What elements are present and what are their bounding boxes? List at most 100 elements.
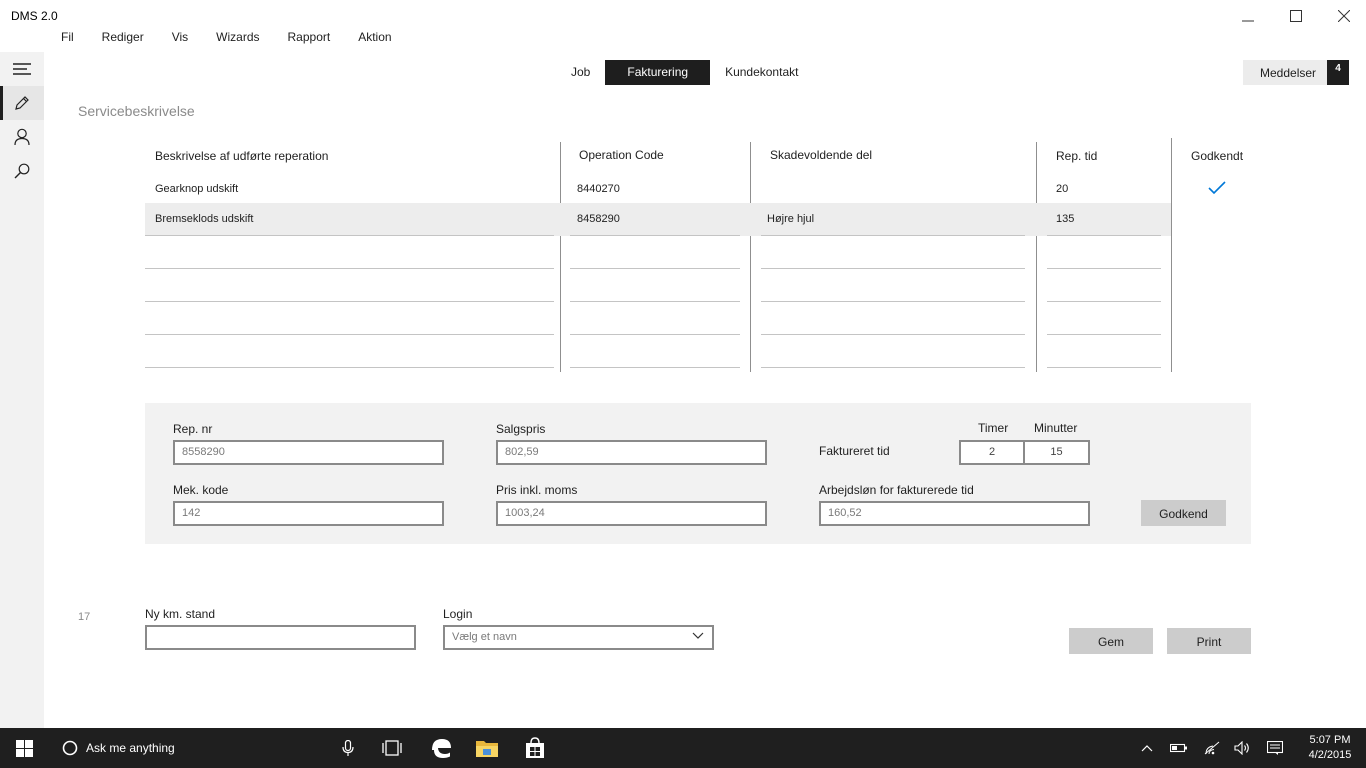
mek-kode-field[interactable]: 142: [173, 501, 444, 526]
record-number: 17: [78, 611, 91, 623]
header-description: Beskrivelse af udførte reperation: [155, 149, 329, 163]
edge-browser-button[interactable]: [424, 728, 458, 768]
store-button[interactable]: [518, 728, 552, 768]
rep-nr-field[interactable]: 8558290: [173, 440, 444, 465]
login-label: Login: [443, 607, 473, 621]
salgspris-label: Salgspris: [496, 422, 546, 436]
tab-job[interactable]: Job: [556, 60, 605, 85]
cell-operation-code: 8440270: [577, 183, 620, 195]
header-operation-code: Operation Code: [579, 148, 664, 162]
person-icon: [14, 128, 30, 146]
pencil-icon: [15, 96, 29, 110]
minimize-icon: [1242, 20, 1254, 22]
app-title: DMS 2.0: [11, 9, 58, 23]
menu-aktion[interactable]: Aktion: [342, 28, 399, 48]
faktureret-tid-label: Faktureret tid: [819, 444, 890, 458]
minutter-field[interactable]: 15: [1023, 440, 1090, 465]
cell-description: Gearknop udskift: [155, 183, 239, 195]
table-row-empty[interactable]: [145, 269, 1171, 302]
show-hidden-icons-button[interactable]: [1138, 728, 1156, 768]
minimize-button[interactable]: [1224, 0, 1272, 32]
search-icon: [14, 163, 30, 179]
header-approved: Godkendt: [1191, 149, 1244, 163]
cell-description: Bremseklods udskift: [155, 213, 254, 225]
table-row[interactable]: Bremseklods udskift 8458290 Højre hjul 1…: [145, 203, 1171, 236]
task-view-button[interactable]: [378, 728, 406, 768]
wifi-icon: [1204, 741, 1220, 755]
search-placeholder: Ask me anything: [86, 741, 175, 755]
search-nav-button[interactable]: [0, 154, 44, 188]
chevron-down-icon: [692, 632, 704, 639]
speaker-icon: [1234, 741, 1249, 755]
table-row[interactable]: Gearknop udskift 8440270 20: [145, 173, 1171, 206]
file-explorer-button[interactable]: [470, 728, 504, 768]
arbejdslon-label: Arbejdsløn for fakturerede tid: [819, 483, 974, 497]
cortana-circle-icon: [62, 740, 78, 756]
table-row-empty[interactable]: [145, 335, 1171, 368]
login-select-placeholder: Vælg et navn: [452, 631, 517, 643]
chevron-up-icon: [1141, 745, 1153, 752]
pris-inkl-moms-field[interactable]: 1003,24: [496, 501, 767, 526]
microphone-button[interactable]: [336, 728, 360, 768]
battery-icon: [1170, 743, 1187, 753]
messages-label: Meddelser: [1260, 65, 1317, 80]
godkend-button[interactable]: Godkend: [1141, 500, 1226, 526]
mek-kode-label: Mek. kode: [173, 483, 229, 497]
table-row-empty[interactable]: [145, 302, 1171, 335]
save-button[interactable]: Gem: [1069, 628, 1153, 654]
row-divider: [761, 367, 1025, 368]
arbejdslon-field[interactable]: 160,52: [819, 501, 1090, 526]
cell-rep-time: 135: [1056, 213, 1075, 225]
close-button[interactable]: [1320, 0, 1366, 32]
login-select[interactable]: Vælg et navn: [443, 625, 714, 650]
menu-bar: Fil Rediger Vis Wizards Rapport Aktion: [44, 28, 404, 48]
header-rep-time: Rep. tid: [1056, 149, 1098, 163]
column-divider: [1171, 138, 1172, 372]
cell-rep-time: 20: [1056, 183, 1069, 195]
timer-label: Timer: [978, 421, 1009, 435]
table-row-empty[interactable]: [145, 236, 1171, 269]
row-divider: [1047, 367, 1161, 368]
clock[interactable]: 5:07 PM 4/2/2015: [1300, 733, 1360, 763]
battery-button[interactable]: [1168, 728, 1190, 768]
tab-kundekontakt[interactable]: Kundekontakt: [710, 60, 813, 85]
tab-bar: Job Fakturering Kundekontakt: [556, 60, 813, 85]
task-view-icon: [382, 740, 402, 756]
cortana-search-box[interactable]: Ask me anything: [62, 728, 322, 768]
action-center-button[interactable]: [1264, 728, 1286, 768]
maximize-button[interactable]: [1272, 0, 1320, 32]
cell-damaging-part: Højre hjul: [767, 213, 815, 225]
cell-operation-code: 8458290: [577, 213, 620, 225]
edit-nav-button[interactable]: [0, 86, 44, 120]
title-bar: DMS 2.0: [0, 0, 1366, 30]
windows-logo-icon: [15, 739, 33, 757]
approved-checkmark-icon: [1208, 181, 1226, 195]
menu-vis[interactable]: Vis: [156, 28, 196, 48]
close-icon: [1338, 10, 1350, 22]
notification-icon: [1267, 741, 1283, 755]
messages-button[interactable]: Meddelser 4: [1243, 60, 1349, 85]
edge-icon: [432, 739, 451, 758]
service-table: Beskrivelse af udførte reperation Operat…: [145, 138, 1255, 374]
minutter-label: Minutter: [1034, 421, 1078, 435]
print-button[interactable]: Print: [1167, 628, 1251, 654]
start-button[interactable]: [0, 728, 48, 768]
microphone-icon: [342, 740, 354, 756]
tab-fakturering[interactable]: Fakturering: [605, 60, 711, 85]
menu-rapport[interactable]: Rapport: [272, 28, 339, 48]
person-nav-button[interactable]: [0, 120, 44, 154]
hamburger-menu-button[interactable]: [0, 52, 44, 86]
volume-button[interactable]: [1232, 728, 1252, 768]
network-button[interactable]: [1202, 728, 1222, 768]
menu-rediger[interactable]: Rediger: [86, 28, 152, 48]
hamburger-icon: [13, 63, 31, 75]
row-divider: [570, 367, 740, 368]
menu-wizards[interactable]: Wizards: [200, 28, 267, 48]
messages-count-badge: 4: [1327, 60, 1349, 85]
salgspris-field[interactable]: 802,59: [496, 440, 767, 465]
timer-field[interactable]: 2: [959, 440, 1025, 465]
km-label: Ny km. stand: [145, 607, 216, 621]
menu-fil[interactable]: Fil: [44, 28, 82, 48]
section-title: Servicebeskrivelse: [78, 103, 195, 119]
km-field[interactable]: [145, 625, 416, 650]
